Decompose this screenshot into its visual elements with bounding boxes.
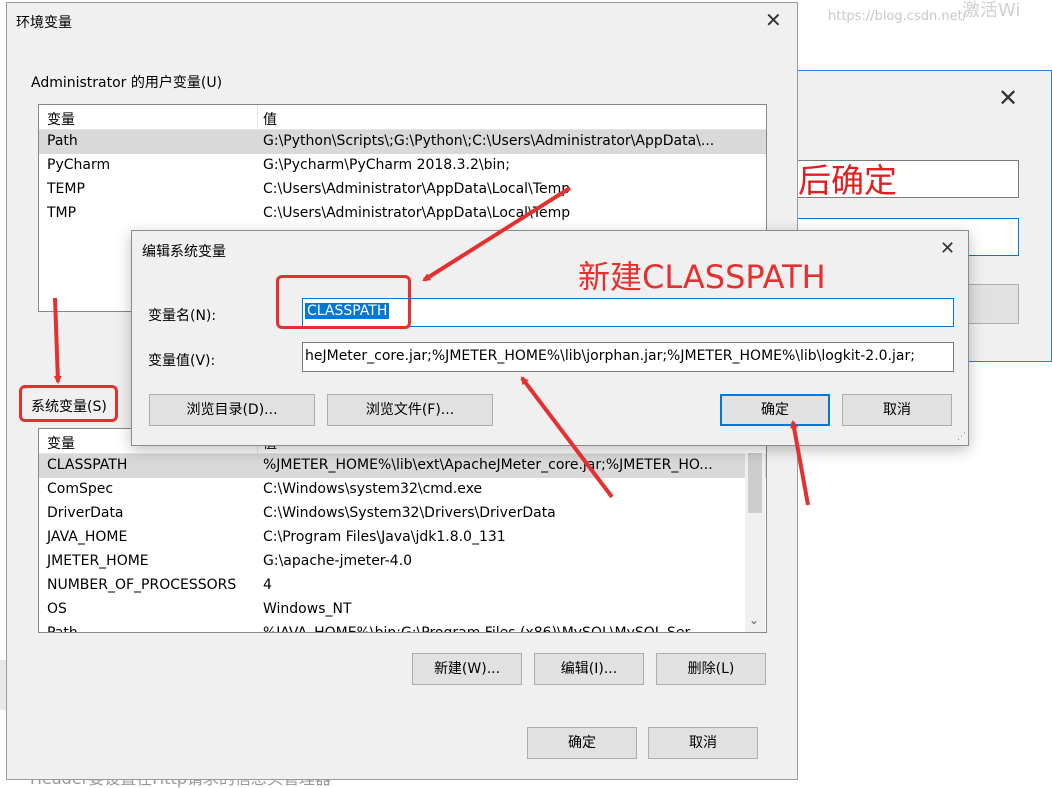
arrow-to-name-field [422, 186, 572, 282]
annotation-arrows [53, 186, 810, 506]
arrow-to-value-field [520, 376, 614, 499]
arrow-to-ok-button [790, 420, 810, 506]
arrow-to-system-vars [53, 297, 62, 384]
